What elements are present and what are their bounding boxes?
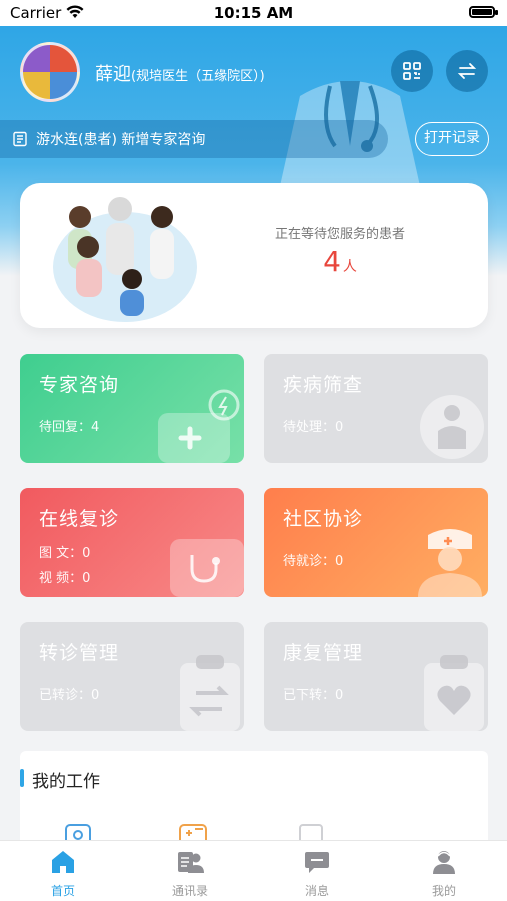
tab-contacts-label: 通讯录: [171, 884, 208, 898]
tab-messages-label: 消息: [304, 884, 329, 898]
tile-title: 在线复诊: [39, 508, 120, 530]
home-icon: [52, 851, 74, 873]
tile-stat-video: 视 频：0: [39, 571, 91, 586]
contacts-icon: [178, 852, 204, 873]
notice-text: 游水连(患者) 新增专家咨询: [36, 132, 206, 148]
doctor-title-text: (规培医生（五缘院区）): [131, 69, 265, 84]
status-bar: Carrier 10:15 AM: [0, 0, 507, 26]
doctor-name[interactable]: 薛迎(规培医生（五缘院区）): [95, 60, 265, 86]
tile-title: 社区协诊: [283, 508, 364, 530]
switch-button[interactable]: [446, 50, 488, 92]
family-illustration: [53, 197, 197, 322]
tile-expert-consultation[interactable]: 专家咨询 待回复：4: [20, 354, 244, 463]
avatar[interactable]: [20, 42, 80, 102]
person-screening-icon: [420, 395, 484, 459]
tab-bar: 首页 通讯录 消息 我的: [0, 840, 507, 901]
qr-code-button[interactable]: [391, 50, 433, 92]
tile-rehab-management[interactable]: 康复管理 已下转：0: [264, 622, 488, 731]
tab-profile-label: 我的: [431, 884, 456, 898]
qr-code-icon: [403, 62, 421, 80]
battery-icon: [469, 6, 498, 18]
tile-disease-screening[interactable]: 疾病筛查 待处理：0: [264, 354, 488, 463]
tab-home-label: 首页: [50, 884, 75, 898]
tile-stat: 待处理：0: [283, 420, 344, 435]
my-work-title: 我的工作: [32, 772, 100, 792]
rehab-clipboard-icon: [424, 655, 484, 731]
tile-referral-management[interactable]: 转诊管理 已转诊：0: [20, 622, 244, 731]
tile-online-followup[interactable]: 在线复诊 图 文：0 视 频：0: [20, 488, 244, 597]
tile-title: 康复管理: [283, 642, 364, 664]
open-record-button[interactable]: 打开记录: [415, 122, 489, 156]
tile-title: 转诊管理: [39, 642, 120, 664]
tab-contacts[interactable]: 通讯录: [127, 841, 253, 901]
medical-kit-icon: [158, 389, 240, 463]
doctor-name-text: 薛迎: [95, 64, 131, 85]
message-icon: [305, 852, 329, 873]
tile-community-assist[interactable]: 社区协诊 待就诊：0: [264, 488, 488, 597]
waiting-label: 正在等待您服务的患者: [274, 227, 405, 242]
waiting-patients-card[interactable]: 正在等待您服务的患者 4人: [20, 183, 488, 328]
waiting-count-unit: 人: [342, 259, 357, 275]
tile-stat: 已下转：0: [283, 688, 344, 703]
swap-icon: [457, 63, 477, 79]
my-work-section: 我的工作: [20, 751, 488, 851]
tile-stat: 已转诊：0: [39, 688, 100, 703]
nurse-icon: [418, 529, 482, 597]
referral-clipboard-icon: [180, 655, 240, 731]
clock: 10:15 AM: [213, 4, 294, 22]
tile-stat-text: 图 文：0: [39, 546, 91, 561]
waiting-count: 4人: [230, 245, 450, 278]
tile-stat: 待就诊：0: [283, 554, 344, 569]
tile-title: 疾病筛查: [283, 374, 364, 396]
doctor-background-illustration: [280, 81, 420, 186]
tab-messages[interactable]: 消息: [254, 841, 380, 901]
tile-title: 专家咨询: [39, 374, 120, 396]
waiting-count-number: 4: [323, 245, 341, 278]
tile-stat: 待回复：4: [39, 420, 100, 435]
document-icon: [13, 131, 27, 147]
tab-profile[interactable]: 我的: [381, 841, 507, 901]
notice-banner[interactable]: 游水连(患者) 新增专家咨询: [0, 120, 388, 158]
section-accent-bar: [20, 769, 24, 787]
tab-home[interactable]: 首页: [0, 841, 126, 901]
stethoscope-icon: [170, 539, 244, 597]
profile-icon: [433, 851, 455, 874]
